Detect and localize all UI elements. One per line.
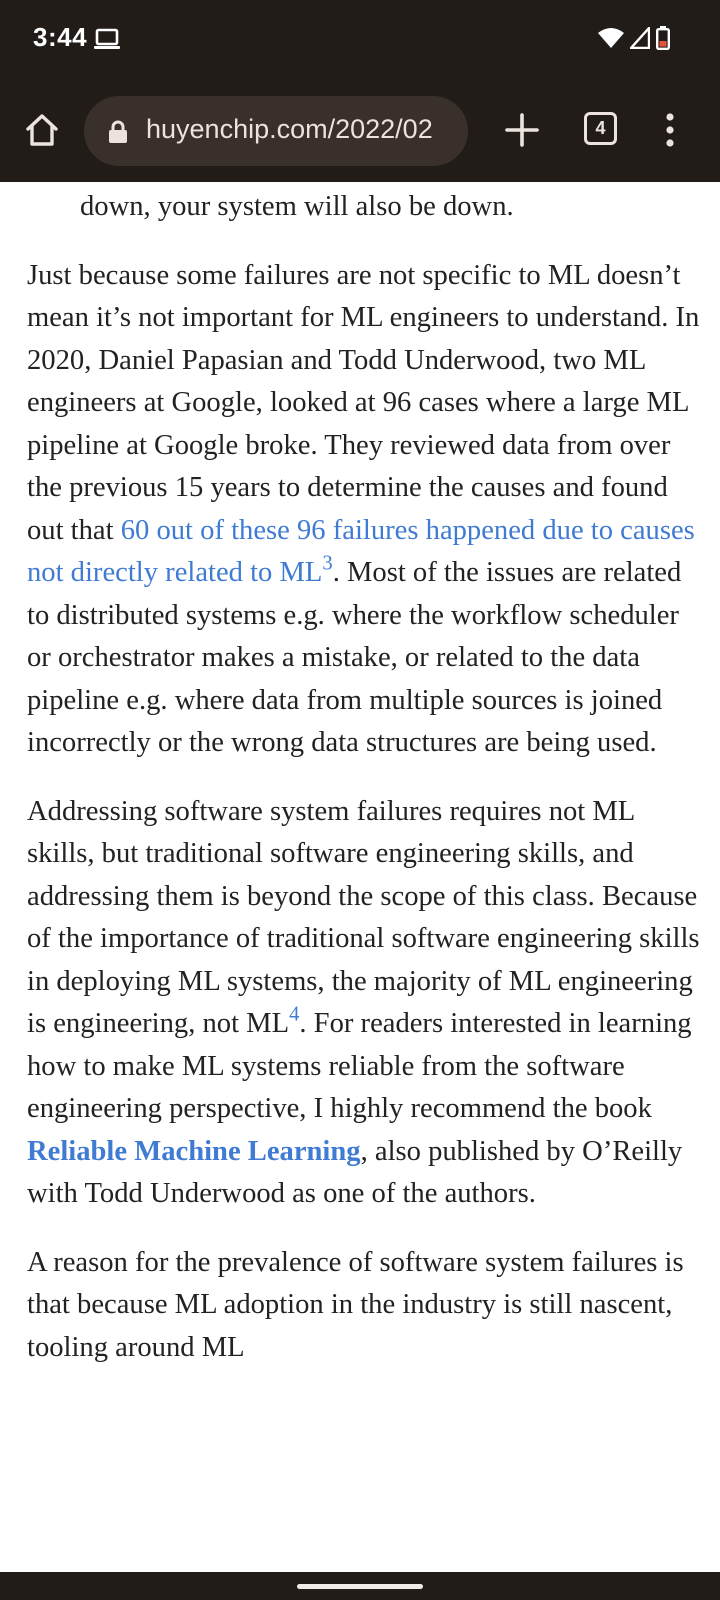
article-content: down, your system will also be down. Jus… bbox=[27, 182, 707, 1369]
home-icon bbox=[26, 114, 58, 146]
footnote-4-link[interactable]: 4 bbox=[289, 1004, 299, 1039]
wifi-icon bbox=[598, 27, 624, 53]
tab-count: 4 bbox=[595, 118, 606, 138]
paragraph-prevalence: A reason for the prevalence of software … bbox=[27, 1246, 684, 1363]
plus-icon bbox=[505, 113, 539, 147]
lock-icon bbox=[108, 120, 128, 148]
status-time: 3:44 bbox=[33, 22, 88, 52]
tab-switcher-button[interactable]: 4 bbox=[584, 112, 617, 145]
gesture-handle[interactable] bbox=[297, 1584, 423, 1589]
paragraph-software-failures: Addressing software system failures requ… bbox=[27, 795, 700, 1210]
list-item-continuation: down, your system will also be down. bbox=[80, 191, 514, 222]
link-reliable-machine-learning[interactable]: Reliable Machine Learning bbox=[27, 1136, 361, 1167]
more-vert-icon bbox=[666, 113, 674, 147]
status-bar: 3:44 bbox=[0, 0, 720, 80]
more-menu-button[interactable] bbox=[660, 110, 680, 150]
paragraph-failures-not-ml: Just because some failures are not speci… bbox=[27, 259, 700, 759]
status-icons bbox=[598, 26, 671, 54]
browser-toolbar: huyenchip.com/2022/02 4 bbox=[0, 80, 720, 182]
address-bar[interactable]: huyenchip.com/2022/02 bbox=[84, 96, 468, 166]
laptop-icon bbox=[94, 28, 120, 54]
url-text: huyenchip.com/2022/02 bbox=[146, 114, 433, 144]
battery-icon bbox=[656, 26, 671, 54]
home-button[interactable] bbox=[22, 110, 62, 150]
footnote-3: 3 bbox=[322, 552, 333, 575]
new-tab-button[interactable] bbox=[502, 108, 542, 152]
system-nav-bar bbox=[0, 1572, 720, 1600]
cell-signal-icon bbox=[629, 26, 651, 53]
